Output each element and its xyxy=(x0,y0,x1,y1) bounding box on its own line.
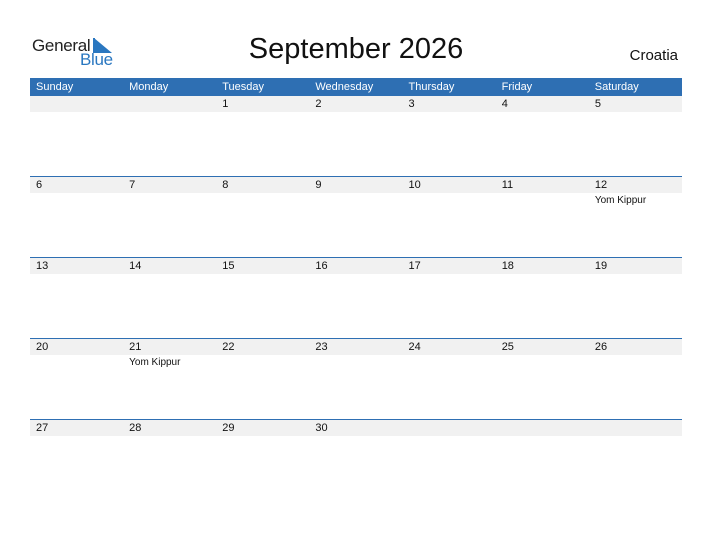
day-cell[interactable]: 16 xyxy=(309,258,402,339)
day-number: 7 xyxy=(129,179,136,191)
week-row: 6 7 8 9 10 11 12 Yom Kippur xyxy=(30,176,682,258)
day-cell[interactable] xyxy=(30,96,123,177)
day-cell[interactable]: 4 xyxy=(496,96,589,177)
day-number: 23 xyxy=(315,341,328,353)
day-cell[interactable]: 7 xyxy=(123,177,216,258)
day-number: 3 xyxy=(408,98,415,110)
day-cell[interactable]: 14 xyxy=(123,258,216,339)
weekday-thursday: Thursday xyxy=(408,81,455,93)
calendar-title: September 2026 xyxy=(248,33,464,65)
day-number: 25 xyxy=(501,341,514,353)
week-row: 27 28 29 30 xyxy=(30,419,682,501)
day-number: 13 xyxy=(36,260,49,272)
day-number: 14 xyxy=(129,260,142,272)
country-label: Croatia xyxy=(629,47,678,64)
weekday-tuesday: Tuesday xyxy=(222,81,265,93)
day-cell[interactable]: 10 xyxy=(403,177,496,258)
weekday-sunday: Sunday xyxy=(36,81,74,93)
day-cell[interactable]: 13 xyxy=(30,258,123,339)
day-cell[interactable]: 26 xyxy=(589,339,682,420)
day-number: 15 xyxy=(222,260,235,272)
day-number: 22 xyxy=(222,341,235,353)
day-cell[interactable]: 2 xyxy=(309,96,402,177)
day-cell[interactable]: 27 xyxy=(30,420,123,501)
day-number: 12 xyxy=(594,179,608,191)
day-cell[interactable]: 21 Yom Kippur xyxy=(123,339,216,420)
day-number: 5 xyxy=(594,98,601,110)
day-cell[interactable]: 22 xyxy=(216,339,309,420)
day-cell[interactable]: 6 xyxy=(30,177,123,258)
day-number: 26 xyxy=(594,341,608,353)
day-cell[interactable]: 15 xyxy=(216,258,309,339)
week-row: 13 14 15 16 17 18 19 xyxy=(30,257,682,339)
day-cell[interactable]: 9 xyxy=(309,177,402,258)
day-number: 24 xyxy=(408,341,421,353)
day-number: 1 xyxy=(222,98,229,110)
day-cell[interactable]: 30 xyxy=(309,420,402,501)
day-number: 21 xyxy=(129,341,142,353)
day-number: 10 xyxy=(408,179,421,191)
weekday-wednesday: Wednesday xyxy=(315,81,374,93)
day-cell[interactable] xyxy=(496,420,589,501)
weekday-saturday: Saturday xyxy=(594,81,639,93)
day-number: 16 xyxy=(315,260,328,272)
day-number: 19 xyxy=(594,260,608,272)
day-cell[interactable] xyxy=(123,96,216,177)
weekday-friday: Friday xyxy=(501,81,533,93)
day-number: 2 xyxy=(315,98,322,110)
day-cell[interactable] xyxy=(589,420,682,501)
day-cell[interactable]: 17 xyxy=(403,258,496,339)
day-number: 8 xyxy=(222,179,229,191)
day-number: 17 xyxy=(408,260,421,272)
day-number: 6 xyxy=(36,179,43,191)
holiday-label: Yom Kippur xyxy=(594,195,647,206)
day-number: 30 xyxy=(315,422,328,434)
day-cell[interactable]: 1 xyxy=(216,96,309,177)
day-cell[interactable]: 20 xyxy=(30,339,123,420)
day-cell[interactable]: 18 xyxy=(496,258,589,339)
week-row: 20 21 Yom Kippur 22 23 24 25 26 xyxy=(30,338,682,420)
day-number: 18 xyxy=(501,260,514,272)
day-cell[interactable]: 5 xyxy=(589,96,682,177)
day-cell[interactable]: 28 xyxy=(123,420,216,501)
day-cell[interactable] xyxy=(403,420,496,501)
day-number: 9 xyxy=(315,179,322,191)
day-number: 11 xyxy=(501,179,514,191)
day-number: 27 xyxy=(36,422,49,434)
weekday-header: Sunday Monday Tuesday Wednesday Thursday Frid… xyxy=(30,78,682,96)
day-cell[interactable]: 3 xyxy=(403,96,496,177)
week-row: 1 2 3 4 5 xyxy=(30,96,682,177)
day-cell[interactable]: 11 xyxy=(496,177,589,258)
day-cell[interactable]: 29 xyxy=(216,420,309,501)
day-cell[interactable]: 8 xyxy=(216,177,309,258)
day-number: 28 xyxy=(129,422,142,434)
weekday-monday: Monday xyxy=(129,81,169,93)
day-cell[interactable]: 19 xyxy=(589,258,682,339)
day-cell[interactable]: 25 xyxy=(496,339,589,420)
day-cell[interactable]: 12 Yom Kippur xyxy=(589,177,682,258)
day-cell[interactable]: 23 xyxy=(309,339,402,420)
holiday-label: Yom Kippur xyxy=(129,357,181,368)
day-cell[interactable]: 24 xyxy=(403,339,496,420)
day-number: 20 xyxy=(36,341,49,353)
day-number: 29 xyxy=(222,422,235,434)
day-number: 4 xyxy=(501,98,508,110)
